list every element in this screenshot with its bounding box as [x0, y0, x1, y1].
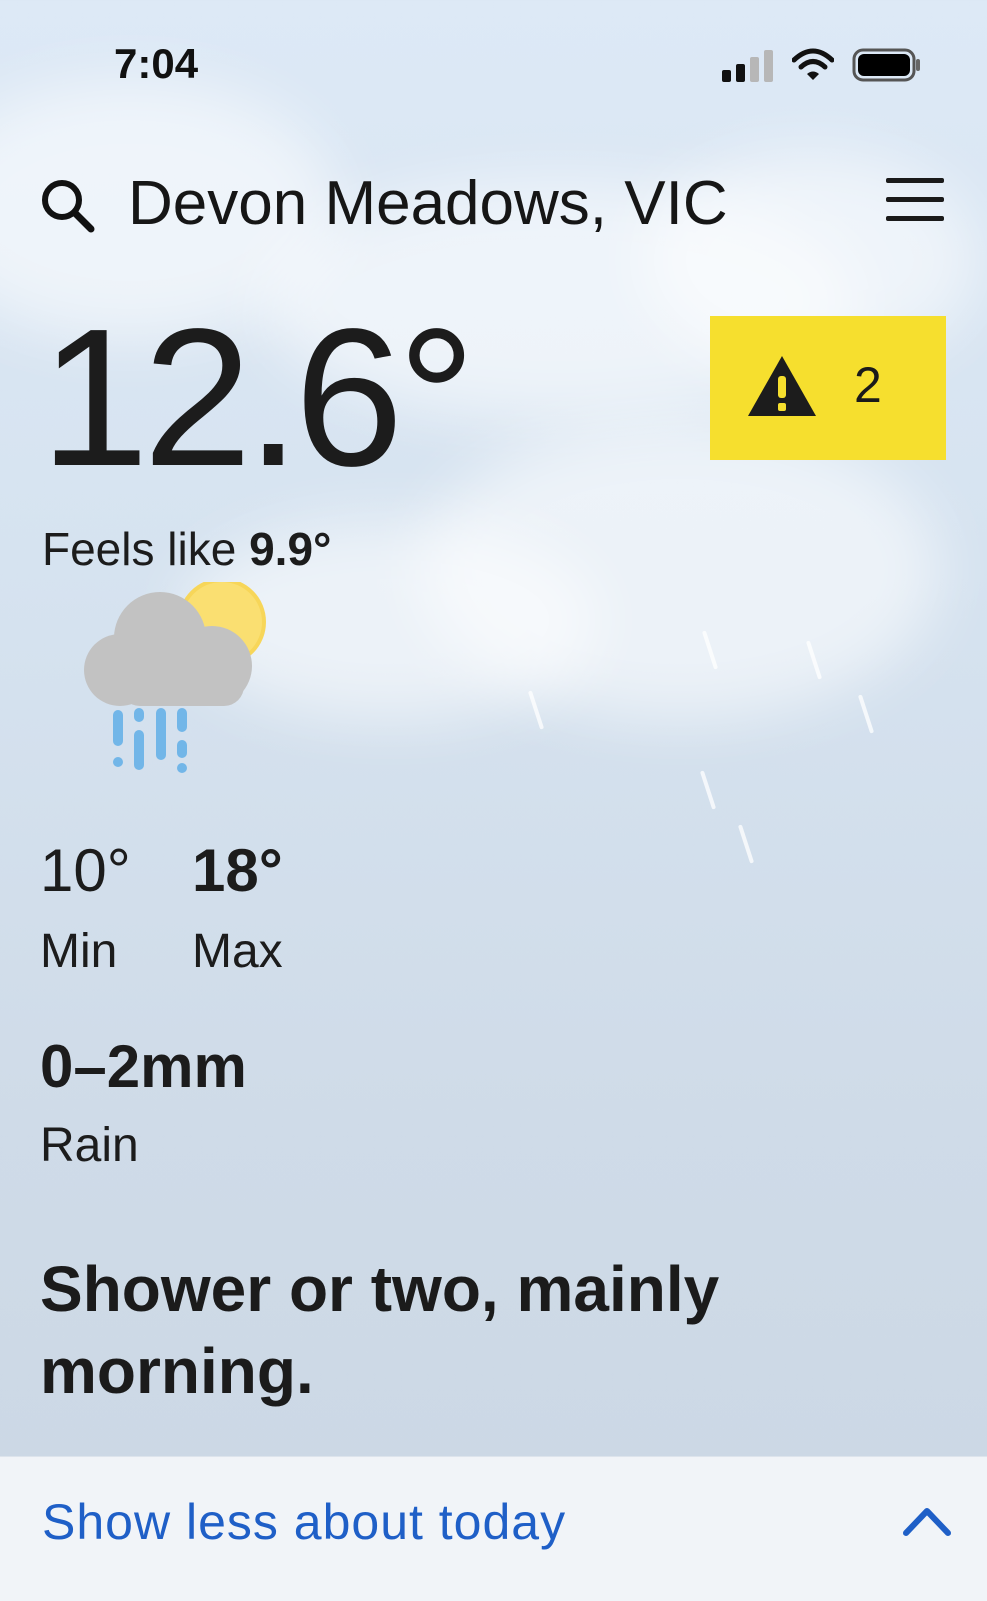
max-temperature-label: Max — [192, 925, 283, 978]
rain-label: Rain — [40, 1119, 139, 1172]
current-temperature: 12.6° — [40, 288, 476, 507]
feels-like-label: Feels like — [42, 523, 237, 575]
rain-amount-value: 0–2mm — [40, 1033, 247, 1100]
location-name[interactable]: Devon Meadows, VIC — [128, 168, 728, 239]
cellular-signal-icon — [722, 50, 773, 82]
status-time: 7:04 — [114, 40, 199, 87]
status-bar: 7:04 — [0, 0, 987, 130]
search-button[interactable] — [38, 176, 96, 234]
show-less-toggle[interactable]: Show less about today — [0, 1456, 987, 1601]
warning-count: 2 — [854, 357, 882, 413]
wifi-icon — [792, 48, 834, 80]
forecast-summary: Shower or two, mainly morning. — [40, 1253, 720, 1407]
min-temperature-label: Min — [40, 925, 118, 978]
hamburger-menu-icon — [886, 178, 944, 183]
show-less-link[interactable]: Show less about today — [42, 1493, 566, 1551]
feels-like: Feels like 9.9° — [42, 522, 331, 576]
max-temperature-value: 18° — [192, 837, 283, 904]
warnings-button[interactable]: 2 — [710, 316, 946, 460]
menu-button[interactable] — [886, 178, 944, 226]
warning-triangle-icon — [748, 356, 816, 416]
min-temperature-value: 10° — [40, 837, 131, 904]
feels-like-value: 9.9° — [249, 523, 332, 575]
partly-cloudy-rain-icon — [84, 582, 266, 773]
header: Devon Meadows, VIC — [0, 160, 987, 250]
search-icon — [42, 180, 95, 233]
battery-icon — [852, 48, 920, 82]
chevron-up-icon[interactable] — [902, 1501, 952, 1541]
